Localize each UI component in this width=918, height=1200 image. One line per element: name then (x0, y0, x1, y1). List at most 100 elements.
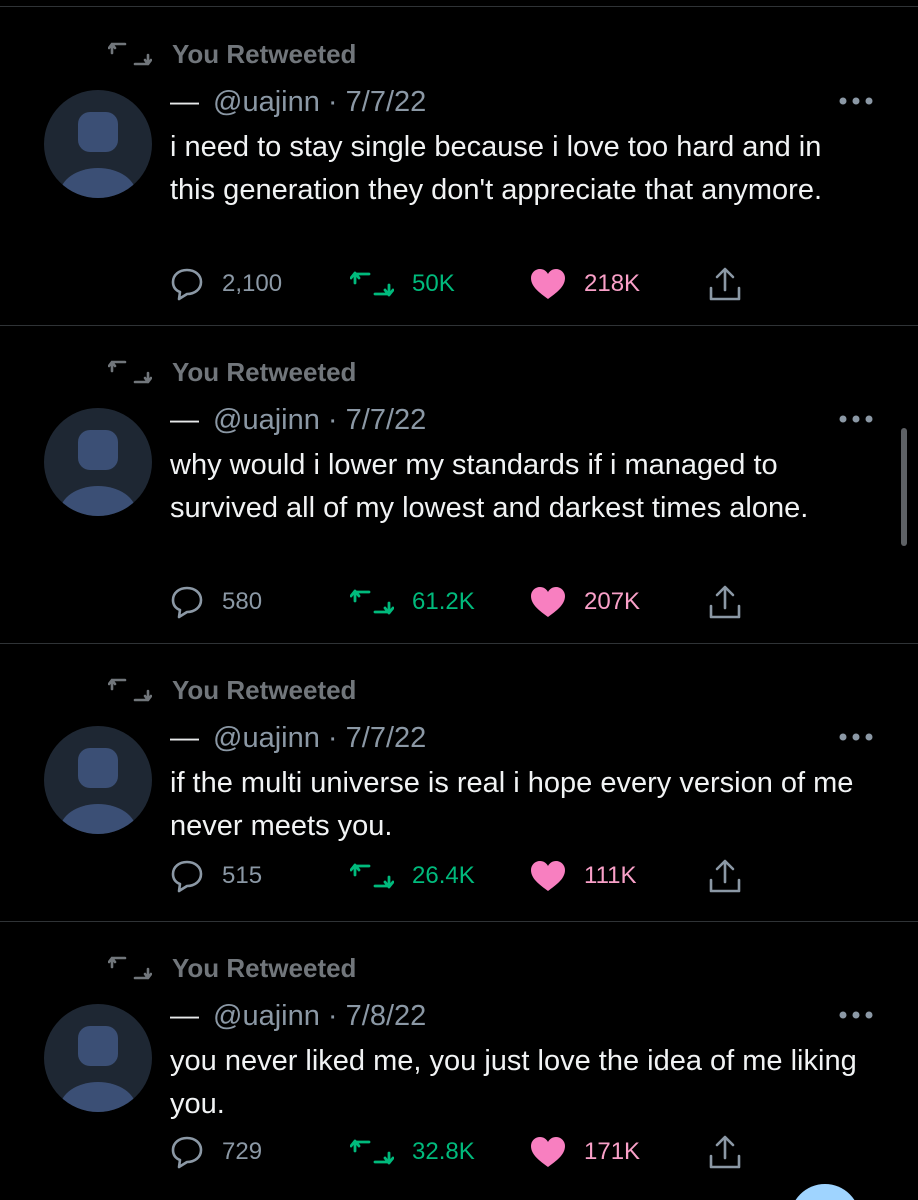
more-dots-icon[interactable] (838, 1008, 874, 1022)
share-button[interactable] (708, 580, 742, 624)
tweet-actions: 729 32.8K 171K (170, 1130, 870, 1174)
retweet-context-label: You Retweeted (172, 38, 357, 69)
retweet-context: You Retweeted (108, 354, 356, 390)
display-name[interactable]: — (170, 1000, 199, 1032)
retweet-button[interactable]: 50K (350, 262, 455, 306)
tweet-meta: — @uajinn · 7/8/22 (170, 1000, 426, 1033)
user-handle[interactable]: @uajinn (213, 722, 320, 754)
tweet[interactable]: You Retweeted — @uajinn · 7/8/22 you neve… (0, 922, 918, 1200)
tweet-date[interactable]: 7/7/22 (346, 404, 427, 436)
separator-dot: · (327, 722, 338, 754)
heart-icon (531, 269, 565, 299)
display-name[interactable]: — (170, 722, 199, 754)
share-button[interactable] (708, 1130, 742, 1174)
retweet-context: You Retweeted (108, 950, 356, 986)
tweet-actions: 515 26.4K 111K (170, 854, 870, 898)
retweet-context: You Retweeted (108, 672, 356, 708)
avatar[interactable] (44, 408, 152, 516)
retweet-count: 61.2K (412, 588, 475, 615)
retweet-button[interactable]: 26.4K (350, 854, 475, 898)
retweet-count: 26.4K (412, 862, 475, 889)
user-handle[interactable]: @uajinn (213, 1000, 320, 1032)
retweet-context-label: You Retweeted (172, 356, 357, 387)
reply-count: 2,100 (222, 270, 283, 297)
heart-icon (531, 587, 565, 617)
separator-dot: · (327, 404, 338, 436)
retweet-icon (350, 1139, 394, 1165)
default-profile-icon (60, 748, 136, 834)
tweet[interactable]: You Retweeted — @uajinn · 7/7/22 if the m… (0, 644, 918, 922)
share-upload-icon (709, 859, 741, 893)
share-button[interactable] (708, 262, 742, 306)
more-dots-icon[interactable] (838, 94, 874, 108)
divider (0, 6, 918, 7)
like-button[interactable]: 218K (530, 262, 640, 306)
avatar[interactable] (44, 726, 152, 834)
avatar[interactable] (44, 1004, 152, 1112)
retweet-count: 32.8K (412, 1138, 475, 1165)
reply-count: 729 (222, 1138, 263, 1165)
separator-dot: · (327, 1000, 338, 1032)
tweet-date[interactable]: 7/7/22 (346, 722, 427, 754)
retweet-icon (108, 678, 152, 702)
tweet-meta: — @uajinn · 7/7/22 (170, 404, 426, 437)
reply-count: 515 (222, 862, 263, 889)
like-count: 207K (584, 588, 641, 615)
retweet-button[interactable]: 61.2K (350, 580, 475, 624)
retweet-icon (350, 863, 394, 889)
like-count: 218K (584, 270, 641, 297)
share-upload-icon (709, 585, 741, 619)
tweet-text: i need to stay single because i love too… (170, 131, 823, 206)
tweet-actions: 2,100 50K 218K (170, 262, 870, 306)
user-handle[interactable]: @uajinn (213, 86, 320, 118)
reply-count: 580 (222, 588, 263, 615)
like-button[interactable]: 171K (530, 1130, 640, 1174)
retweet-context: You Retweeted (108, 36, 356, 72)
retweet-button[interactable]: 32.8K (350, 1130, 475, 1174)
default-profile-icon (60, 430, 136, 516)
retweet-icon (108, 42, 152, 66)
more-dots-icon[interactable] (838, 730, 874, 744)
separator-dot: · (327, 86, 338, 118)
share-button[interactable] (708, 854, 742, 898)
tweet-meta: — @uajinn · 7/7/22 (170, 86, 426, 119)
retweet-context-label: You Retweeted (172, 952, 357, 983)
tweet-date[interactable]: 7/7/22 (346, 86, 427, 118)
like-button[interactable]: 207K (530, 580, 640, 624)
retweet-count: 50K (412, 270, 455, 297)
timeline-feed: You Retweeted — @uajinn · 7/7/22 i need t… (0, 0, 918, 1200)
reply-button[interactable]: 515 (170, 854, 262, 898)
more-dots-icon[interactable] (838, 412, 874, 426)
reply-bubble-icon (171, 268, 203, 301)
tweet-text: you never liked me, you just love the id… (170, 1045, 857, 1120)
share-upload-icon (709, 267, 741, 301)
retweet-icon (350, 589, 394, 615)
tweet-actions: 580 61.2K 207K (170, 580, 870, 624)
retweet-icon (108, 360, 152, 384)
tweet-text: if the multi universe is real i hope eve… (170, 767, 854, 842)
reply-bubble-icon (171, 586, 203, 619)
scrollbar[interactable] (901, 428, 907, 546)
reply-bubble-icon (171, 1136, 203, 1169)
display-name[interactable]: — (170, 404, 199, 436)
avatar[interactable] (44, 90, 152, 198)
like-button[interactable]: 111K (530, 854, 637, 898)
tweet-meta: — @uajinn · 7/7/22 (170, 722, 426, 755)
tweet-text: why would i lower my standards if i mana… (170, 449, 809, 524)
tweet[interactable]: You Retweeted — @uajinn · 7/7/22 i need t… (0, 8, 918, 326)
like-count: 171K (584, 1138, 641, 1165)
user-handle[interactable]: @uajinn (213, 404, 320, 436)
reply-button[interactable]: 729 (170, 1130, 262, 1174)
tweet[interactable]: You Retweeted — @uajinn · 7/7/22 why woul… (0, 326, 918, 644)
default-profile-icon (60, 112, 136, 198)
reply-bubble-icon (171, 860, 203, 893)
reply-button[interactable]: 2,100 (170, 262, 282, 306)
display-name[interactable]: — (170, 86, 199, 118)
retweet-icon (108, 956, 152, 980)
like-count: 111K (584, 862, 637, 889)
retweet-context-label: You Retweeted (172, 674, 357, 705)
tweet-date[interactable]: 7/8/22 (346, 1000, 427, 1032)
retweet-icon (350, 271, 394, 297)
heart-icon (531, 861, 565, 891)
reply-button[interactable]: 580 (170, 580, 262, 624)
